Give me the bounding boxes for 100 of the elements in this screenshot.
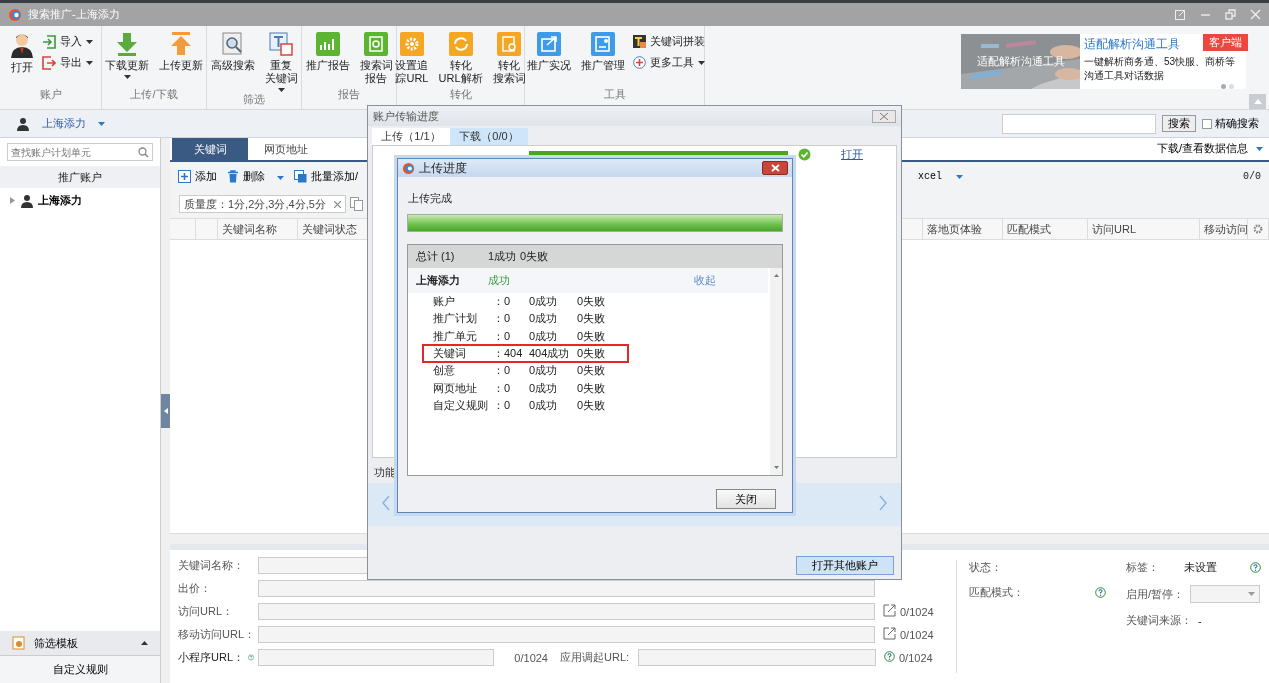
fail-count: 0失败	[577, 328, 606, 344]
character-counter: 0/1024	[900, 605, 934, 618]
fail-count: 0失败	[577, 363, 606, 379]
search-button[interactable]: 搜索	[1162, 115, 1196, 132]
row-label: 网页地址	[433, 380, 478, 396]
success-count: 404成功	[529, 346, 571, 362]
success-count: 0成功	[529, 363, 559, 379]
row-label: 自定义规则	[433, 397, 489, 413]
ribbon-button[interactable]: 打开	[6, 32, 38, 87]
field-label: 关键词名称：	[178, 558, 245, 573]
open-other-accounts-button[interactable]: 打开其他账户	[796, 556, 894, 575]
account-selector[interactable]: 上海添力	[10, 115, 111, 132]
row-count: ：0	[493, 397, 512, 413]
group-label: 报告	[338, 88, 360, 100]
ribbon-button[interactable]: 重复 关键词	[260, 32, 302, 92]
dialog-title: 上传进度	[419, 159, 467, 177]
field-label: 标签：	[1126, 560, 1160, 575]
summary-label: 总计 (1)	[416, 249, 456, 264]
ribbon-button[interactable]: 高级搜索	[206, 32, 259, 92]
fail-count: 0失败	[577, 346, 606, 362]
toolbar-button[interactable]: 删除	[227, 168, 284, 184]
close-button[interactable]: 关闭	[716, 489, 776, 509]
field-label: 访问URL：	[178, 604, 234, 619]
success-count: 0成功	[529, 397, 559, 413]
group-label: 筛选	[243, 93, 265, 105]
row-count: ：0	[493, 363, 512, 379]
field-label: 状态：	[969, 560, 1003, 575]
export-menu[interactable]: xcel	[917, 170, 963, 182]
group-label: 上传/下载	[130, 88, 178, 100]
success-count: 0成功	[529, 380, 559, 396]
dialog-title: 账户传输进度	[373, 108, 439, 124]
character-counter: 0/1024	[513, 651, 548, 664]
field-label: 匹配模式：	[969, 585, 1025, 600]
row-label: 创意	[433, 363, 456, 379]
ad-caption: 适配解析沟通工具	[975, 54, 1066, 69]
ad-title[interactable]: 适配解析沟通工具	[1084, 37, 1180, 51]
column-header: 关键词名称	[222, 221, 277, 237]
ribbon-button[interactable]: 更多工具	[630, 55, 707, 70]
account-name: 上海添力	[416, 273, 461, 288]
tab[interactable]: 上传（1/1）	[372, 128, 450, 145]
field-label: 移动访问URL：	[178, 627, 254, 642]
tab[interactable]: 下载（0/0）	[450, 128, 528, 145]
row-count: ：0	[493, 328, 512, 344]
fail-count: 0失败	[577, 380, 606, 396]
group-label: 转化	[449, 88, 472, 100]
open-link[interactable]: 打开	[841, 147, 863, 162]
ribbon-button[interactable]: 下载更新	[101, 32, 153, 87]
row-count: ：0	[493, 311, 512, 327]
row-count: ：0	[493, 294, 512, 310]
filter-template-header[interactable]: 筛选模板	[0, 631, 160, 655]
fail-count: 0失败	[577, 311, 606, 327]
row-label: 关键词	[433, 346, 467, 362]
row-count: ：0	[493, 380, 512, 396]
success-count: 1成功	[488, 249, 518, 264]
field-value: 未设置	[1184, 560, 1218, 575]
fail-count: 0失败	[577, 294, 606, 310]
ribbon-button[interactable]: 导入	[40, 34, 95, 49]
ribbon-button[interactable]: 上传更新	[155, 32, 207, 87]
tab[interactable]: 关键词	[172, 138, 248, 160]
row-count: ：404	[493, 346, 524, 362]
collapse-link[interactable]: 收起	[694, 273, 716, 288]
toolbar-button[interactable]: 添加	[178, 168, 217, 184]
ribbon-button[interactable]: 关键词拼装	[630, 34, 707, 49]
filter-chip[interactable]: 质量度：1分,2分,3分,4分,5分	[179, 195, 346, 213]
column-header: 关键词状态	[302, 221, 357, 237]
column-header: 落地页体验	[927, 221, 982, 237]
fail-count: 0失败	[520, 249, 549, 264]
row-label: 推广计划	[433, 311, 478, 327]
client-badge: 客户端	[1203, 34, 1248, 51]
ribbon-button[interactable]: 转化 URL解析	[434, 32, 487, 87]
window-title: 搜索推广-上海添力	[28, 7, 120, 22]
ribbon-button[interactable]: 设置追 踪URL	[391, 32, 433, 87]
group-label: 工具	[603, 88, 626, 100]
field-label: 小程序URL：	[178, 650, 244, 665]
success-count: 0成功	[529, 294, 559, 310]
field-label: 应用调起URL:	[560, 650, 631, 665]
tree-header: 推广账户	[58, 169, 102, 185]
character-counter: 0/1024	[899, 651, 933, 664]
tree-item[interactable]: 上海添力	[20, 193, 82, 208]
column-header: 移动访问	[1204, 221, 1247, 237]
group-label: 账户	[39, 88, 62, 100]
column-header: 访问URL	[1092, 221, 1136, 237]
ribbon-button[interactable]: 推广报告	[301, 32, 354, 87]
exact-search-checkbox[interactable]: 精确搜索	[1202, 116, 1259, 131]
column-header: 匹配模式	[1007, 221, 1051, 237]
data-menu[interactable]: 下载/查看数据信息	[1150, 141, 1269, 160]
row-label: 账户	[433, 294, 456, 310]
ribbon-button[interactable]: 导出	[40, 55, 95, 70]
ribbon-button[interactable]: 推广管理	[576, 32, 629, 87]
status-text: 成功	[488, 273, 511, 288]
field-value: -	[1198, 614, 1203, 627]
field-label: 出价：	[178, 581, 212, 596]
sidebar-item[interactable]: 自定义规则	[0, 655, 160, 683]
character-counter: 0/1024	[900, 628, 934, 641]
toolbar-button[interactable]: 批量添加/	[294, 168, 359, 184]
search-field[interactable]: 查找账户计划单元	[7, 143, 153, 161]
status-text: 上传完成	[408, 192, 452, 204]
field-label: 启用/暂停：	[1126, 586, 1185, 602]
row-count: 0/0	[1243, 170, 1261, 182]
fail-count: 0失败	[577, 397, 606, 413]
